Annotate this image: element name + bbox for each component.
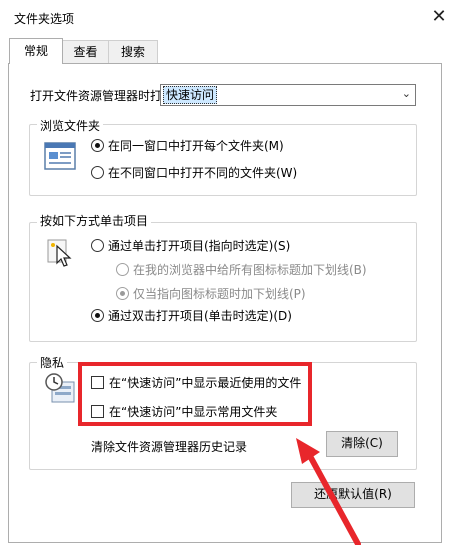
open-explorer-select[interactable]: 快速访问 ⌄ xyxy=(160,84,416,106)
radio-same-window-indicator xyxy=(91,139,104,152)
radio-new-window[interactable]: 在不同窗口中打开不同的文件夹(W) xyxy=(91,164,297,181)
close-button[interactable]: ✕ xyxy=(424,2,454,30)
radio-underline-always-label: 在我的浏览器中给所有图标标题加下划线(B) xyxy=(133,263,367,277)
radio-same-window-label: 在同一窗口中打开每个文件夹(M) xyxy=(108,139,284,153)
privacy-title: 隐私 xyxy=(37,354,68,371)
radio-single-click[interactable]: 通过单击打开项目(指向时选定)(S) xyxy=(91,237,290,254)
radio-underline-always-indicator xyxy=(116,263,129,276)
close-icon: ✕ xyxy=(431,5,447,27)
pointer-click-icon xyxy=(44,238,74,268)
radio-single-click-indicator xyxy=(91,239,104,252)
open-explorer-selected-value: 快速访问 xyxy=(163,86,218,104)
radio-single-click-label: 通过单击打开项目(指向时选定)(S) xyxy=(108,239,291,253)
radio-double-click[interactable]: 通过双击打开项目(单击时选定)(D) xyxy=(91,307,292,324)
radio-underline-hover-label: 仅当指向图标标题时加下划线(P) xyxy=(133,287,306,301)
tab-view[interactable]: 查看 xyxy=(62,40,109,63)
folder-window-icon xyxy=(44,142,76,170)
chevron-down-icon: ⌄ xyxy=(401,87,411,100)
click-items-title: 按如下方式单击项目 xyxy=(37,212,152,229)
window-title: 文件夹选项 xyxy=(14,12,75,26)
annotation-arrow-icon xyxy=(296,438,361,545)
radio-new-window-indicator xyxy=(91,166,104,179)
radio-double-click-label: 通过双击打开项目(单击时选定)(D) xyxy=(108,309,292,323)
privacy-clock-icon xyxy=(44,372,76,406)
browse-folders-group xyxy=(29,124,417,196)
radio-double-click-indicator xyxy=(91,309,104,322)
open-explorer-label: 打开文件资源管理器时打 xyxy=(30,89,163,103)
annotation-highlight-box xyxy=(78,362,312,426)
browse-folders-title: 浏览文件夹 xyxy=(37,117,104,134)
tab-search[interactable]: 搜索 xyxy=(108,40,158,63)
radio-underline-hover-indicator xyxy=(116,287,129,300)
radio-underline-always[interactable]: 在我的浏览器中给所有图标标题加下划线(B) xyxy=(116,261,367,278)
clear-history-label: 清除文件资源管理器历史记录 xyxy=(91,440,248,454)
radio-underline-hover[interactable]: 仅当指向图标标题时加下划线(P) xyxy=(116,285,306,302)
tab-general[interactable]: 常规 xyxy=(9,38,63,64)
radio-same-window[interactable]: 在同一窗口中打开每个文件夹(M) xyxy=(91,137,284,154)
radio-new-window-label: 在不同窗口中打开不同的文件夹(W) xyxy=(108,166,298,180)
